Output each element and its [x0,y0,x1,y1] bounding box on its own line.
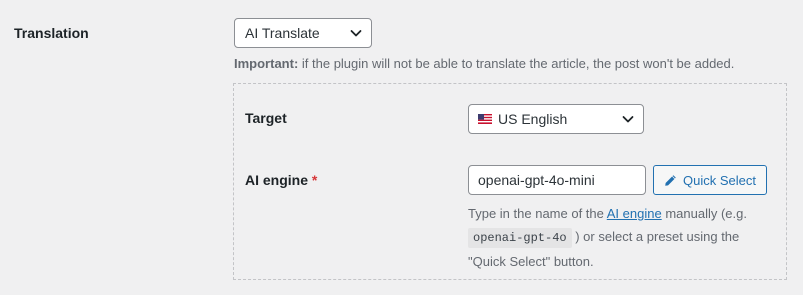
quick-select-button[interactable]: Quick Select [653,165,767,195]
help-text-2: manually (e.g. [661,206,747,221]
target-language-select[interactable]: US English [468,104,644,134]
ai-engine-link[interactable]: AI engine [607,206,662,221]
chevron-down-icon [350,30,362,37]
translation-select-value: AI Translate [245,25,320,41]
example-code: openai-gpt-4o [468,228,572,248]
translation-note-bold: Important: [234,56,299,71]
target-select-value: US English [498,111,568,127]
translation-note-text: if the plugin will not be able to transl… [298,56,735,71]
translation-note: Important: if the plugin will not be abl… [234,56,734,71]
translation-select[interactable]: AI Translate [234,18,372,48]
quick-select-label: Quick Select [683,172,756,188]
ai-engine-input[interactable] [468,165,646,195]
ai-engine-help: Type in the name of the AI engine manual… [468,202,768,273]
target-label: Target [245,110,287,126]
ai-engine-label: AI engine * [245,172,317,188]
pencil-icon [665,174,676,186]
help-text-1: Type in the name of the [468,206,607,221]
translation-label: Translation [14,25,89,41]
chevron-down-icon [622,116,634,123]
required-marker: * [311,172,318,188]
ai-engine-label-text: AI engine [245,172,309,188]
us-flag-icon [478,114,492,124]
